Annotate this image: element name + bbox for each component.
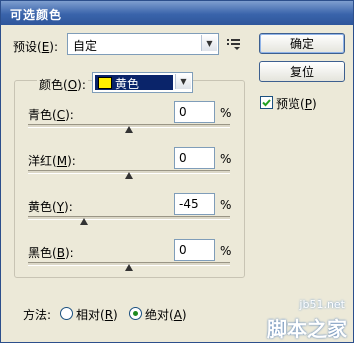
- watermark-brand: 脚本之家: [267, 317, 347, 341]
- ok-button[interactable]: 确定: [259, 33, 345, 54]
- yellow-slider-track[interactable]: [28, 216, 230, 220]
- colors-select[interactable]: 黄色 ▼: [92, 72, 193, 93]
- percent-unit: %: [220, 152, 232, 166]
- window-title: 可选颜色: [10, 8, 63, 22]
- radio-selected-dot: [133, 311, 138, 316]
- percent-unit: %: [220, 198, 232, 212]
- magenta-value-input[interactable]: 0: [174, 147, 215, 169]
- yellow-slider-thumb[interactable]: [79, 218, 88, 225]
- percent-unit: %: [220, 244, 232, 258]
- preset-label: 预设(E):: [13, 40, 59, 54]
- colors-selected-value: 黄色: [115, 77, 140, 91]
- chevron-down-icon[interactable]: ▼: [175, 74, 191, 89]
- black-slider-thumb[interactable]: [125, 264, 133, 271]
- slider-label: 洋红(M):: [28, 154, 76, 168]
- slider-label: 黑色(B):: [28, 246, 74, 260]
- chevron-down-icon[interactable]: ▼: [201, 35, 217, 51]
- cyan-value-input[interactable]: 0: [174, 101, 215, 123]
- watermark-site: jb51.net: [299, 298, 345, 311]
- slider-label: 黄色(Y):: [28, 200, 73, 214]
- method-label: 方法:: [23, 308, 52, 322]
- cyan-slider-thumb[interactable]: [125, 126, 133, 133]
- yellow-value-input[interactable]: -45: [174, 193, 215, 215]
- colors-label: 颜色(O):: [37, 76, 88, 93]
- preset-options-icon[interactable]: [227, 38, 241, 50]
- title-bar: 可选颜色: [1, 1, 353, 25]
- percent-unit: %: [220, 106, 232, 120]
- relative-radio[interactable]: [60, 307, 73, 320]
- magenta-slider-thumb[interactable]: [125, 172, 133, 179]
- absolute-label[interactable]: 绝对(A): [145, 306, 187, 323]
- preset-value: 自定: [73, 39, 98, 53]
- colors-selected-highlight: 黄色: [95, 75, 173, 91]
- preview-checkbox[interactable]: [260, 96, 273, 109]
- preview-label[interactable]: 预览(P): [276, 95, 317, 112]
- reset-button[interactable]: 复位: [259, 61, 345, 82]
- relative-label[interactable]: 相对(R): [76, 306, 118, 323]
- preset-select[interactable]: 自定 ▼: [67, 33, 219, 55]
- black-value-input[interactable]: 0: [174, 239, 215, 261]
- slider-label: 青色(C):: [28, 108, 74, 122]
- checkmark-icon: [262, 99, 271, 107]
- title-bar-blank-area: [329, 5, 345, 21]
- selective-color-dialog: 可选颜色 预设(E): 自定 ▼ 确定 复位 预览(P) 颜色(O): 黄色 ▼…: [0, 0, 354, 343]
- absolute-radio[interactable]: [129, 307, 142, 320]
- yellow-swatch: [98, 77, 112, 89]
